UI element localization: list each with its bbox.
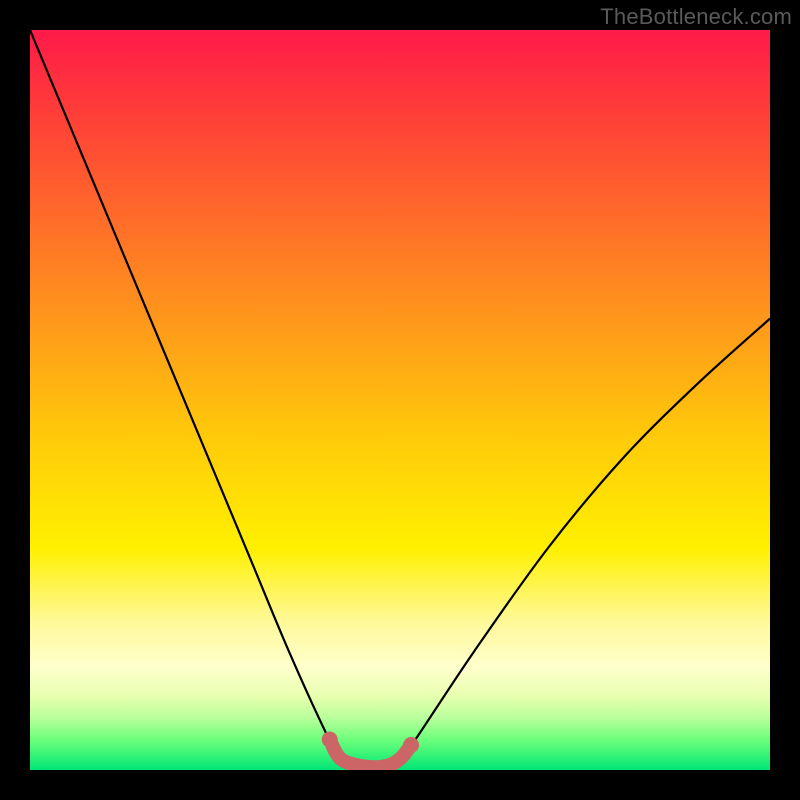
curve-highlight-path [330, 739, 411, 767]
curve-highlight-endpoint [322, 731, 338, 747]
chart-curve-layer [30, 30, 770, 770]
chart-plot-area [30, 30, 770, 770]
curve-highlight [322, 731, 419, 767]
curve-highlight-endpoint [403, 737, 419, 753]
bottleneck-curve-path [30, 30, 770, 767]
watermark-text: TheBottleneck.com [600, 4, 792, 30]
